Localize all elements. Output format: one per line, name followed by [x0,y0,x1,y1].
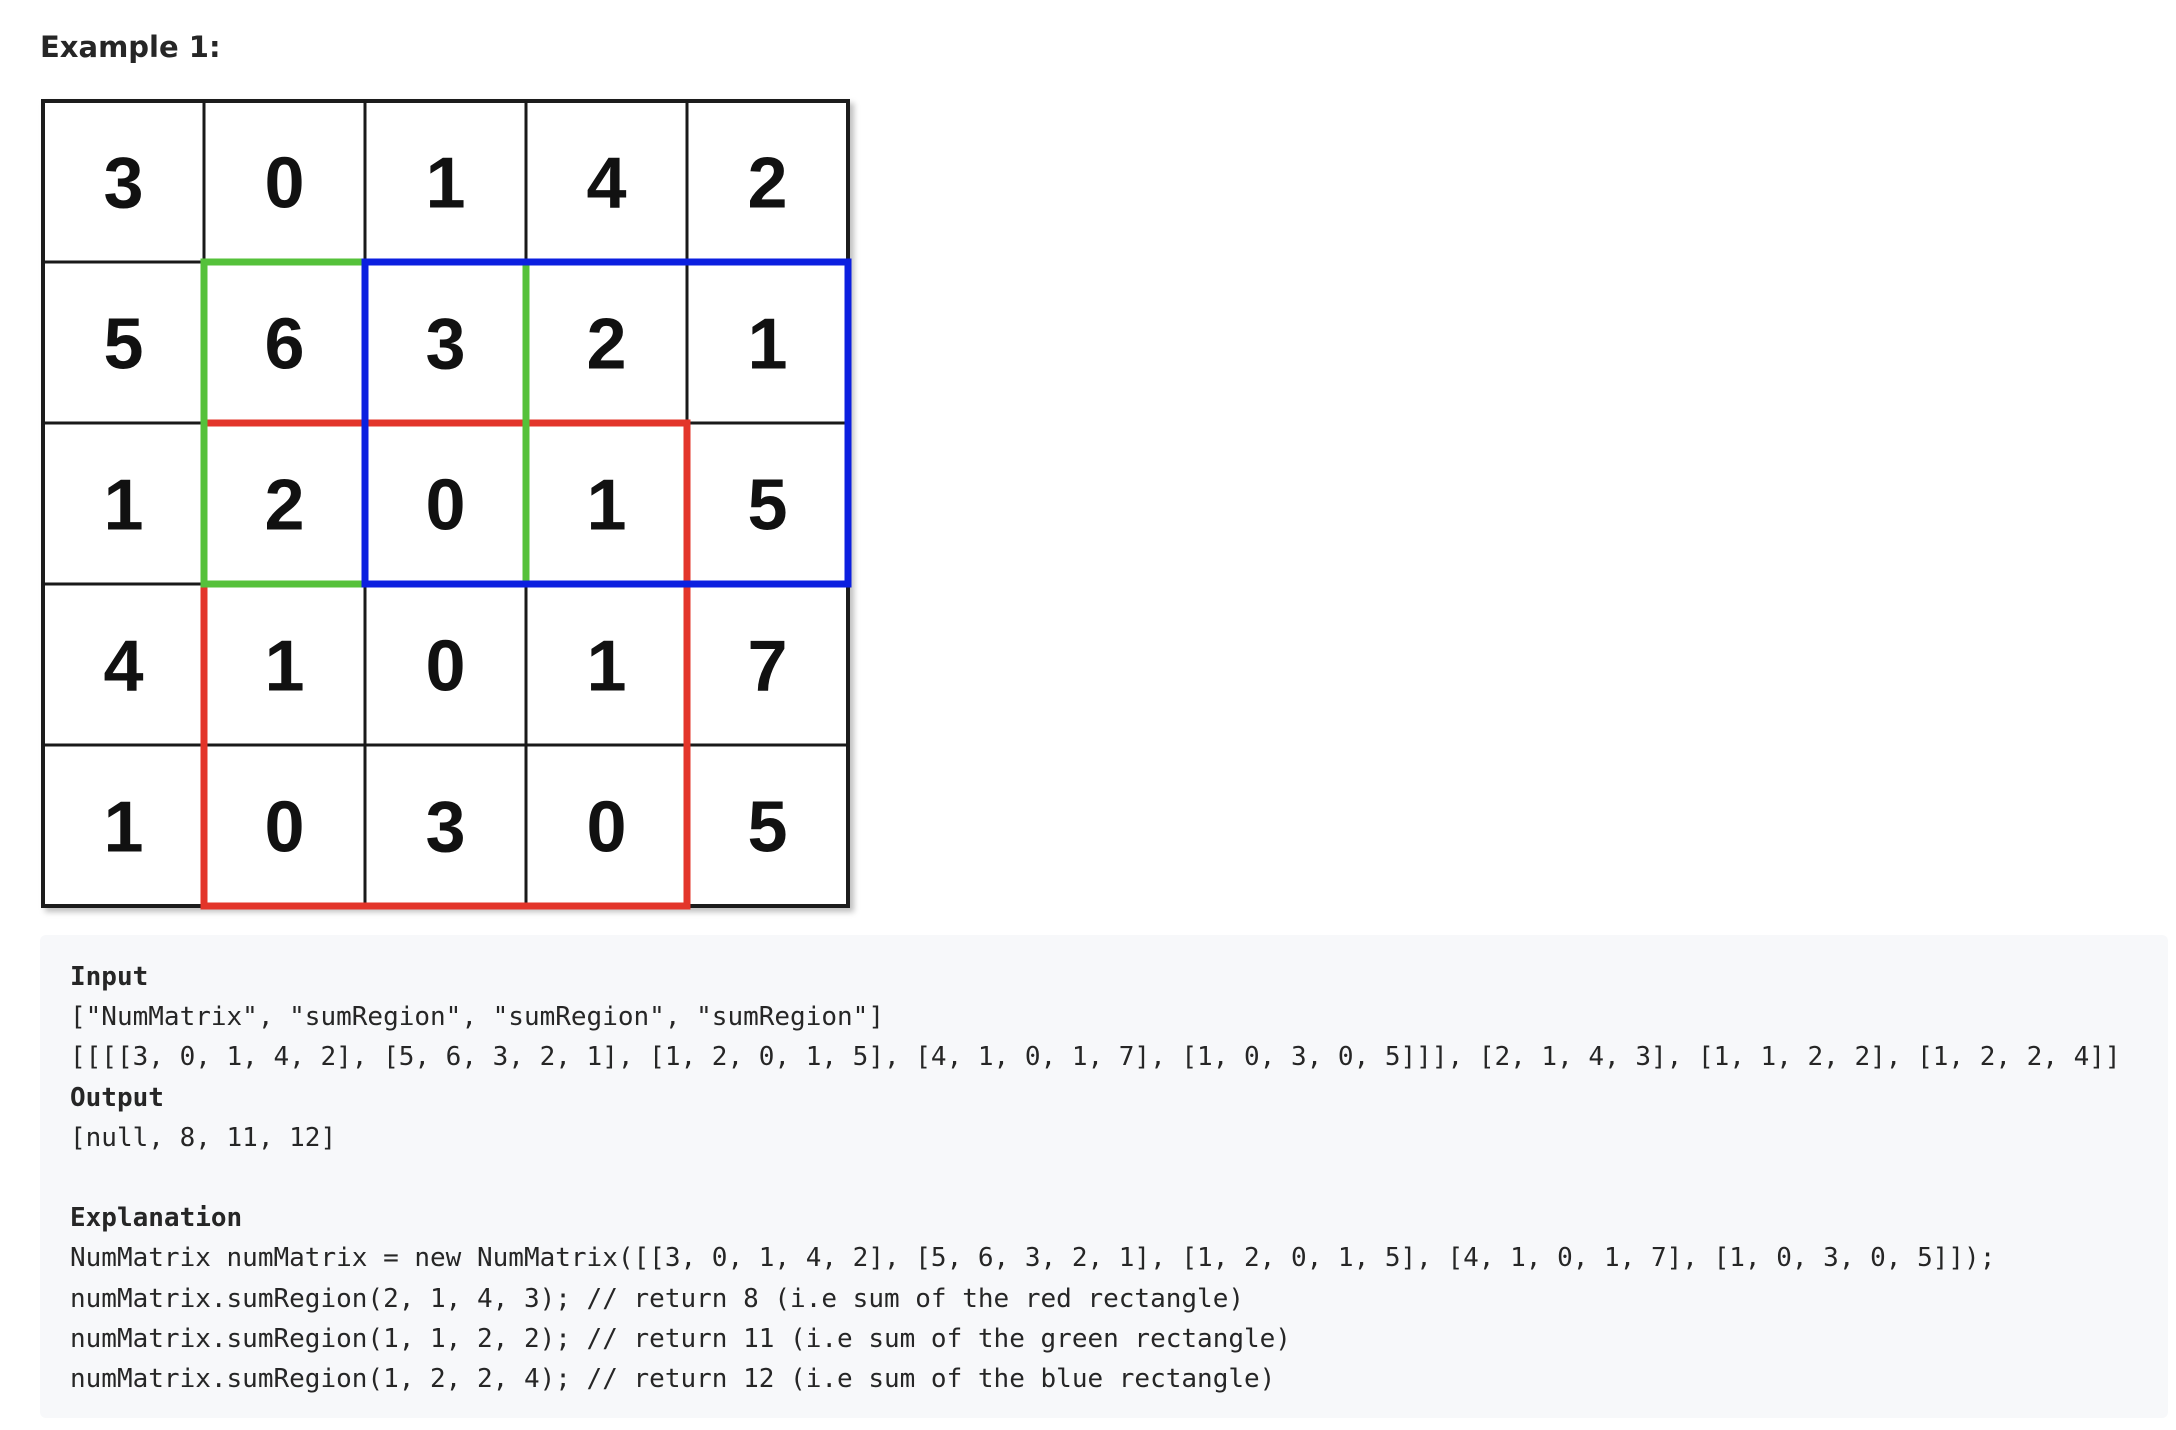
matrix-cell-value: 2 [747,144,787,224]
input-args-line: [[[[3, 0, 1, 4, 2], [5, 6, 3, 2, 1], [1,… [70,1042,2121,1073]
input-methods-line: ["NumMatrix", "sumRegion", "sumRegion", … [70,1002,884,1033]
explanation-line: numMatrix.sumRegion(2, 1, 4, 3); // retu… [70,1283,1244,1314]
matrix-cell-value: 5 [747,466,787,546]
output-line: [null, 8, 11, 12] [70,1122,337,1153]
matrix-cell-value: 3 [425,788,465,868]
matrix-cell-value: 6 [264,305,304,385]
matrix-cell-value: 5 [103,305,143,385]
matrix-cell-value: 4 [586,144,626,224]
matrix-cell-value: 4 [103,627,143,707]
matrix-cell-value: 0 [425,627,465,707]
matrix-figure: 3 0 1 4 2 5 6 3 2 1 1 2 0 1 5 4 1 0 1 7 1 0 3 0 5 [41,99,852,910]
matrix-cell-value: 1 [103,466,143,546]
matrix-cell-value: 0 [425,466,465,546]
explanation-label: Explanation [70,1203,243,1234]
matrix-cell-value: 2 [264,466,304,546]
explanation-line: numMatrix.sumRegion(1, 2, 2, 4); // retu… [70,1363,1276,1394]
matrix-cell-value: 1 [747,305,787,385]
matrix-cell-value: 2 [586,305,626,385]
matrix-cell-value: 1 [586,627,626,707]
matrix-cell-value: 1 [425,144,465,224]
matrix-cell-value: 0 [586,788,626,868]
example-code-block: Input ["NumMatrix", "sumRegion", "sumReg… [40,935,2168,1418]
matrix-cell-value: 3 [425,305,465,385]
explanation-line: NumMatrix numMatrix = new NumMatrix([[3,… [70,1243,1996,1274]
output-label: Output [70,1082,164,1113]
input-label: Input [70,962,149,992]
explanation-line: numMatrix.sumRegion(1, 1, 2, 2); // retu… [70,1323,1291,1354]
matrix-cell-value: 1 [264,627,304,707]
matrix-cell-value: 0 [264,144,304,224]
matrix-cell-value: 5 [747,788,787,868]
matrix-cell-value: 3 [103,144,143,224]
matrix-cell-value: 1 [586,466,626,546]
matrix-cell-value: 1 [103,788,143,868]
matrix-cell-value: 7 [747,627,787,707]
matrix-cell-value: 0 [264,788,304,868]
